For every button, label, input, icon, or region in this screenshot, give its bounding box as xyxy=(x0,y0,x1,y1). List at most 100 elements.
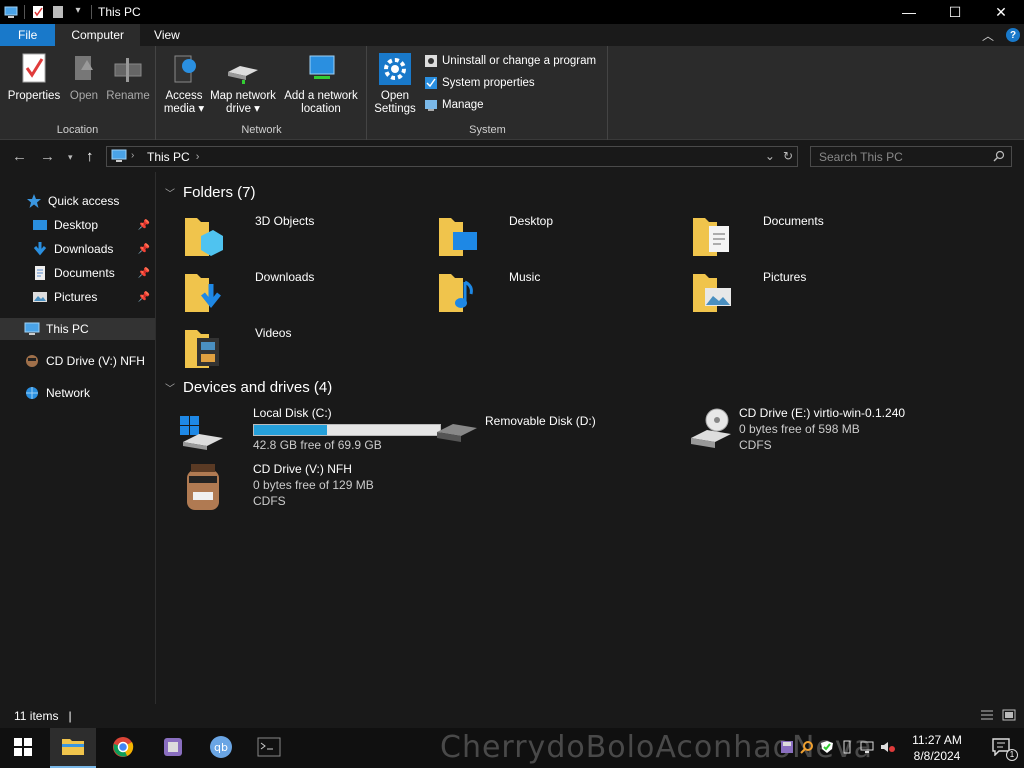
open-icon xyxy=(67,52,101,86)
search-icon xyxy=(993,150,1005,165)
ribbon-tabs: File Computer View xyxy=(0,24,1024,46)
nav-cd-drive-v[interactable]: CD Drive (V:) NFH xyxy=(24,350,145,372)
start-button[interactable] xyxy=(0,728,46,768)
large-icons-view-icon[interactable] xyxy=(1002,709,1016,724)
taskbar-file-explorer[interactable] xyxy=(50,728,96,768)
drive-free-space: 0 bytes free of 129 MB xyxy=(253,478,374,492)
documents-folder-icon xyxy=(691,212,735,258)
computer-icon[interactable] xyxy=(4,5,18,19)
save-icon[interactable] xyxy=(780,740,794,757)
up-arrow-icon[interactable]: ↑ xyxy=(86,148,94,165)
access-media-button[interactable]: Access media ▾ xyxy=(161,52,207,116)
folder-pictures[interactable]: Pictures xyxy=(691,268,941,318)
folder-videos[interactable]: Videos xyxy=(183,324,433,374)
folder-documents[interactable]: Documents xyxy=(691,212,941,262)
item-count: 11 items xyxy=(14,709,59,723)
chevron-down-icon[interactable]: ▾ xyxy=(71,5,85,19)
map-network-drive-button[interactable]: Map network drive ▾ xyxy=(207,52,279,116)
clock[interactable]: 11:27 AM 8/8/2024 xyxy=(910,732,964,764)
status-bar: 11 items | xyxy=(0,704,1024,728)
search-input[interactable]: Search This PC xyxy=(810,146,1012,167)
notification-center-button[interactable]: 1 xyxy=(992,738,1018,761)
folders-section-header[interactable]: ﹀ Folders (7) xyxy=(165,184,256,201)
properties-button[interactable]: Properties xyxy=(6,52,62,103)
folder-desktop[interactable]: Desktop xyxy=(437,212,687,262)
document-icon xyxy=(32,265,48,281)
search-tray-icon[interactable] xyxy=(800,740,814,757)
taskbar-chrome[interactable] xyxy=(100,728,146,768)
open-settings-button[interactable]: Open Settings xyxy=(372,52,418,116)
chevron-down-icon: ﹀ xyxy=(165,384,175,395)
drives-section-header[interactable]: ﹀ Devices and drives (4) xyxy=(165,379,332,396)
breadcrumb[interactable]: This PC xyxy=(147,150,190,164)
uninstall-program-button[interactable]: Uninstall or change a program xyxy=(424,54,596,68)
ribbon-right-controls: ︿ ? xyxy=(982,24,1020,46)
collapse-ribbon-icon[interactable]: ︿ xyxy=(982,27,994,44)
drive-local-c[interactable]: Local Disk (C:) 42.8 GB free of 69.9 GB xyxy=(179,406,449,456)
taskbar-qbittorrent[interactable]: qb xyxy=(198,728,244,768)
system-tray xyxy=(780,728,896,768)
recent-locations-chevron-icon[interactable]: ▾ xyxy=(68,152,73,163)
refresh-icon[interactable]: ↻ xyxy=(783,149,793,163)
tab-view[interactable]: View xyxy=(140,24,194,46)
windows-logo-icon xyxy=(14,737,32,759)
new-folder-small-icon[interactable] xyxy=(51,5,65,19)
group-label-network: Network xyxy=(241,124,282,136)
system-properties-button[interactable]: System properties xyxy=(424,76,535,90)
nav-desktop[interactable]: Desktop 📌 xyxy=(32,214,154,236)
forward-arrow-icon[interactable]: → xyxy=(40,148,55,165)
folder-3d-objects[interactable]: 3D Objects xyxy=(183,212,433,262)
security-shield-icon[interactable] xyxy=(820,740,834,757)
nav-network[interactable]: Network xyxy=(24,382,90,404)
drive-removable-d[interactable]: Removable Disk (D:) xyxy=(433,406,683,456)
content-area: ﹀ Folders (7) 3D Objects Desktop Documen… xyxy=(157,172,1024,704)
music-folder-icon xyxy=(437,268,481,314)
folder-downloads[interactable]: Downloads xyxy=(183,268,433,318)
rename-button[interactable]: Rename xyxy=(104,52,152,103)
nav-downloads[interactable]: Downloads 📌 xyxy=(32,238,154,260)
taskbar-app-purple[interactable] xyxy=(150,728,196,768)
rename-icon xyxy=(111,52,145,86)
folder-music[interactable]: Music xyxy=(437,268,687,318)
drive-cd-e[interactable]: CD Drive (E:) virtio-win-0.1.240 0 bytes… xyxy=(687,406,987,456)
star-icon xyxy=(26,193,42,209)
videos-folder-icon xyxy=(183,324,227,370)
group-label-location: Location xyxy=(56,124,99,136)
nav-quick-access[interactable]: Quick access xyxy=(26,190,119,212)
desktop-folder-icon xyxy=(437,212,481,258)
volume-muted-icon[interactable] xyxy=(880,740,896,757)
notification-icon: 1 xyxy=(992,738,1018,761)
picture-icon xyxy=(32,289,48,305)
minimize-button[interactable]: — xyxy=(886,0,932,24)
pin-icon: 📌 xyxy=(137,219,150,231)
address-dropdown-icon[interactable]: ⌄ xyxy=(765,149,775,163)
add-network-location-icon xyxy=(304,52,338,86)
manage-button[interactable]: Manage xyxy=(424,98,484,112)
open-button[interactable]: Open xyxy=(64,52,104,103)
pin-icon: 📌 xyxy=(137,243,150,255)
breadcrumb-chevron-icon[interactable]: › xyxy=(131,150,134,161)
taskbar-terminal[interactable] xyxy=(246,728,292,768)
tab-computer[interactable]: Computer xyxy=(55,24,141,46)
nav-this-pc[interactable]: This PC xyxy=(0,318,155,340)
tab-file[interactable]: File xyxy=(0,24,56,46)
properties-small-icon[interactable] xyxy=(31,5,45,19)
nav-documents[interactable]: Documents 📌 xyxy=(32,262,154,284)
breadcrumb-chevron-icon[interactable]: › xyxy=(196,151,200,163)
terminal-icon xyxy=(257,737,281,760)
close-button[interactable]: ✕ xyxy=(978,0,1024,24)
back-arrow-icon[interactable]: ← xyxy=(12,148,27,165)
maximize-button[interactable]: ☐ xyxy=(932,0,978,24)
usb-device-icon[interactable] xyxy=(840,740,854,757)
nav-pictures[interactable]: Pictures 📌 xyxy=(32,286,154,308)
downloads-folder-icon xyxy=(183,268,227,314)
network-tray-icon[interactable] xyxy=(860,740,874,757)
address-bar[interactable]: › This PC › ⌄ ↻ xyxy=(106,146,798,167)
details-view-icon[interactable] xyxy=(980,709,994,724)
add-network-location-button[interactable]: Add a network location xyxy=(281,52,361,116)
this-pc-icon xyxy=(111,149,127,166)
title-bar: ▾ This PC — ☐ ✕ xyxy=(0,0,1024,24)
ribbon: Properties Open Rename Location Access m… xyxy=(0,46,1024,140)
drive-cd-v[interactable]: CD Drive (V:) NFH 0 bytes free of 129 MB… xyxy=(179,462,429,512)
help-icon[interactable]: ? xyxy=(1006,28,1020,42)
